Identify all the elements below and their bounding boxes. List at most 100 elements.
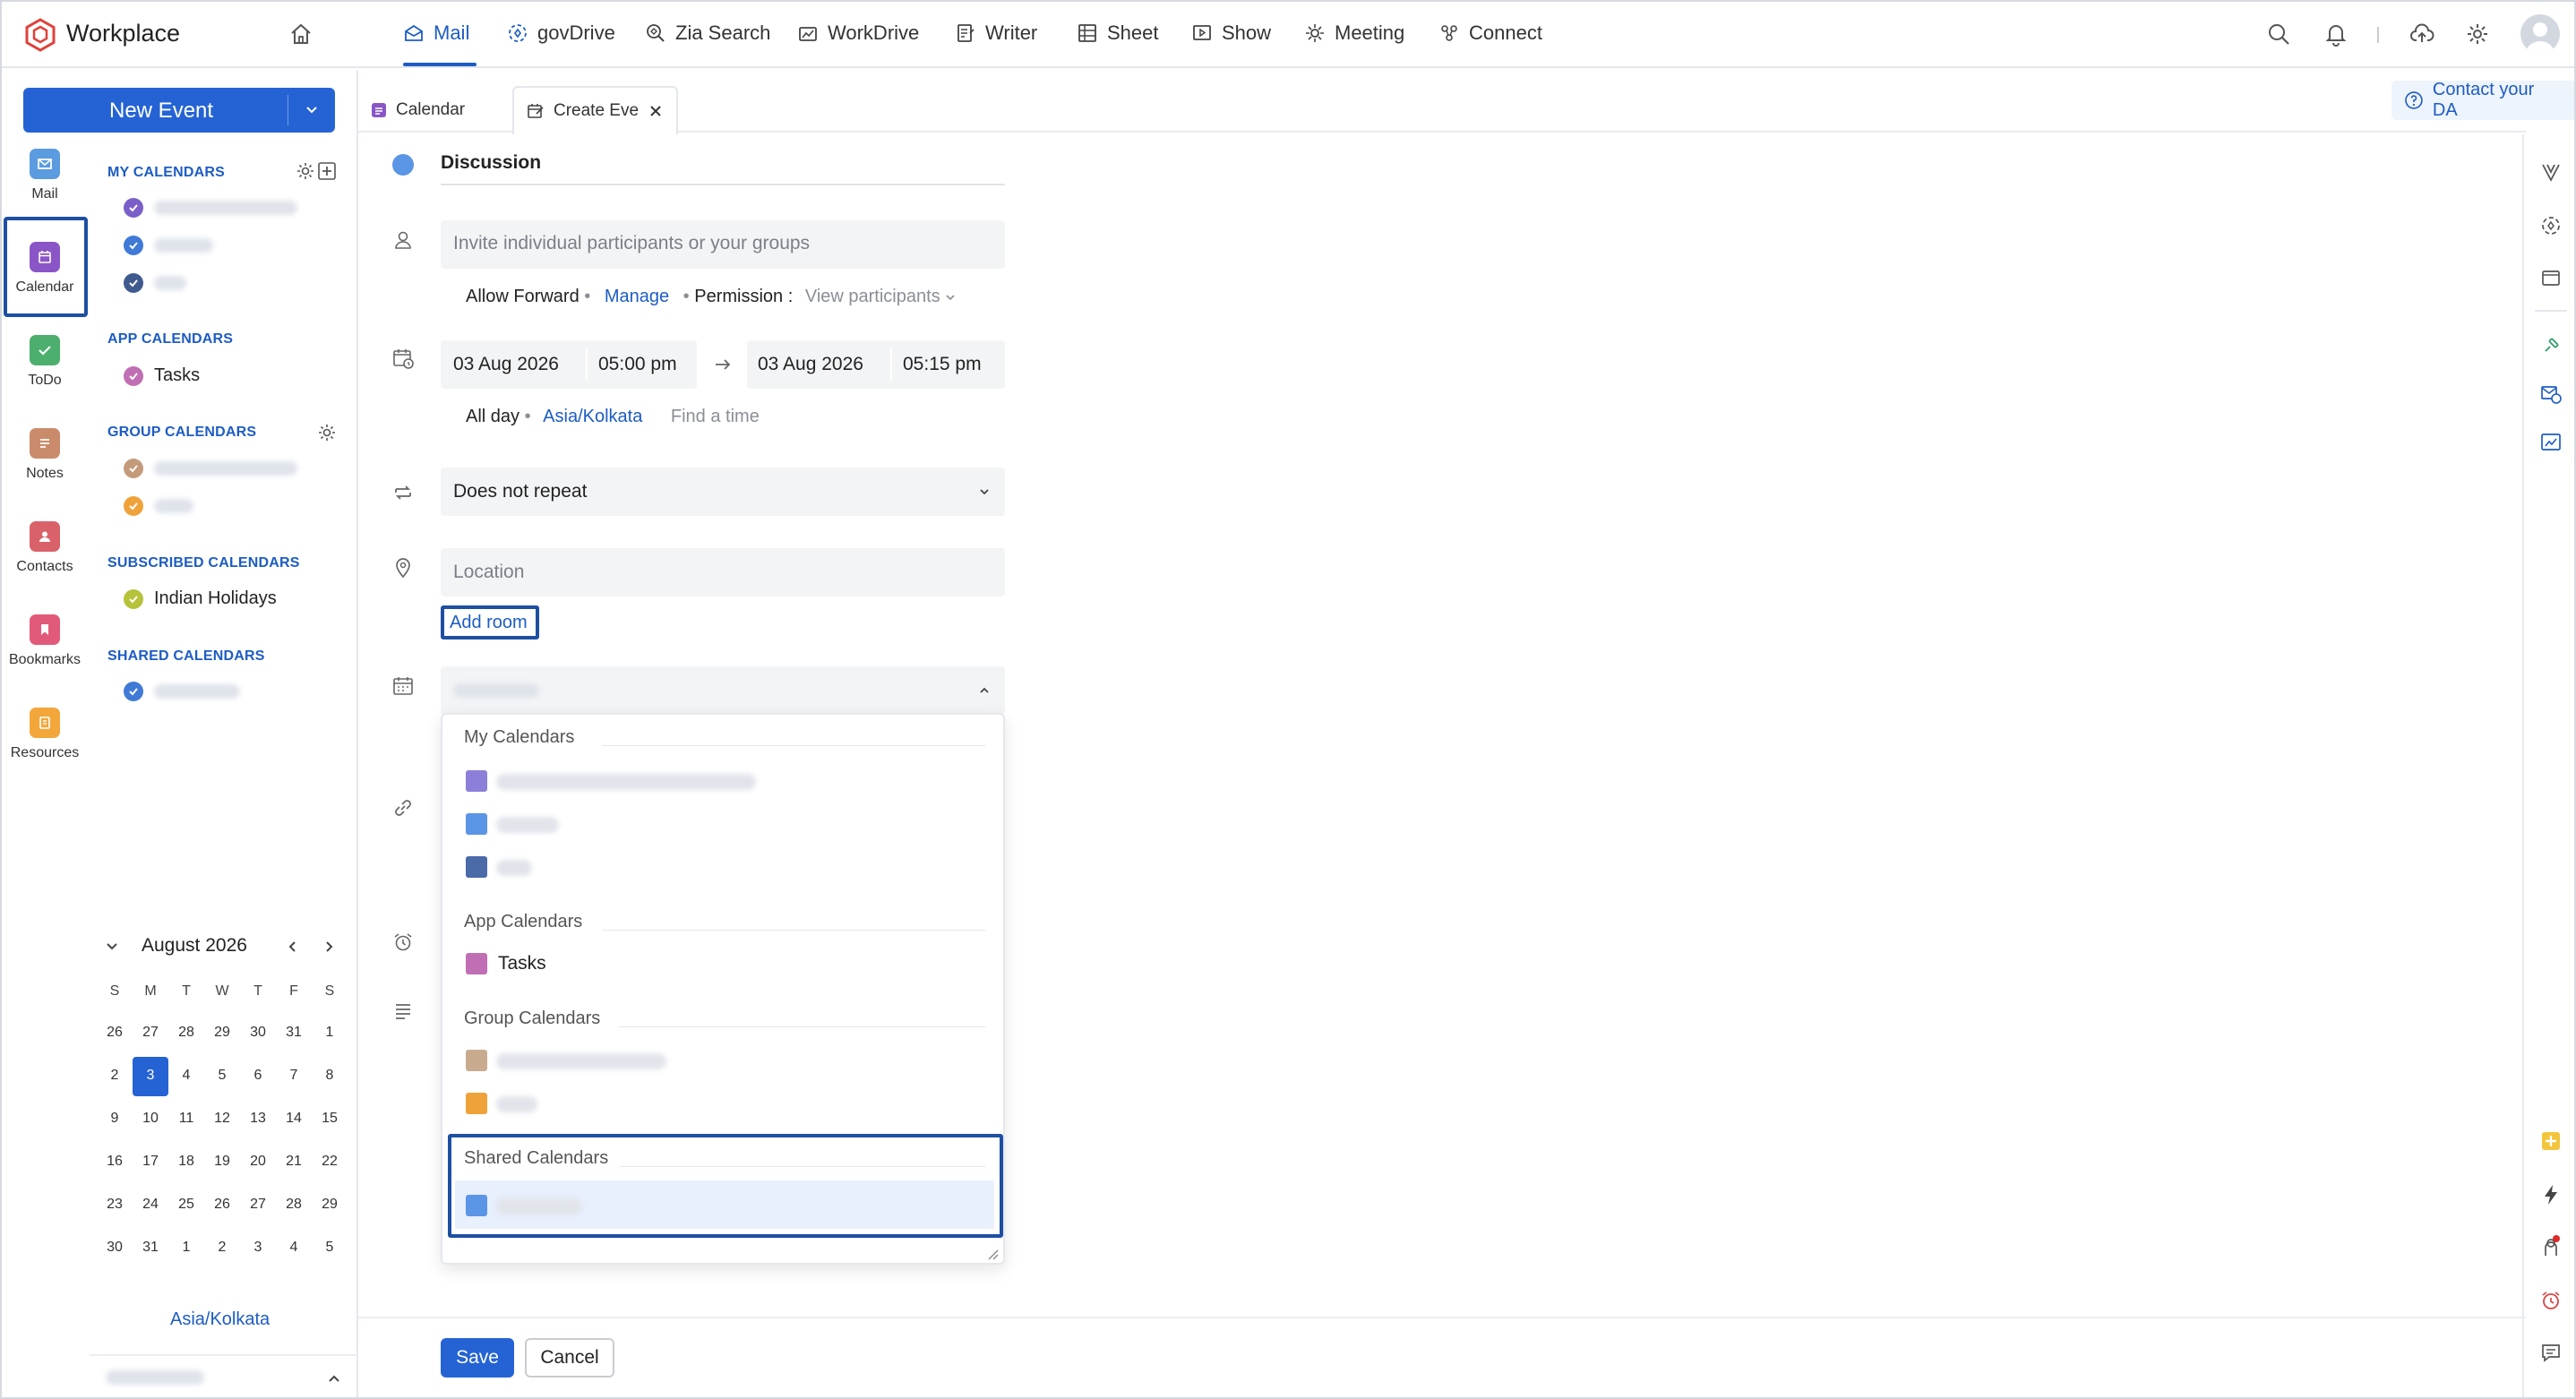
rail-item-mail[interactable]: Mail xyxy=(0,149,90,202)
mini-calendar-day[interactable]: 19 xyxy=(204,1154,240,1170)
mini-calendar-day[interactable]: 18 xyxy=(168,1154,204,1170)
contact-da-button[interactable]: Contact your DA xyxy=(2391,80,2576,120)
next-month-icon[interactable] xyxy=(321,939,337,955)
nav-govdrive[interactable]: govDrive xyxy=(507,21,615,45)
add-room-button[interactable]: Add room xyxy=(441,605,539,639)
mini-calendar-day[interactable]: 26 xyxy=(97,1025,133,1041)
mini-calendar-day[interactable]: 13 xyxy=(240,1111,276,1127)
rail-item-resources[interactable]: Resources xyxy=(0,708,90,761)
mini-calendar-day[interactable]: 15 xyxy=(312,1111,348,1127)
tab-create-event[interactable]: Create Eve xyxy=(512,86,679,134)
vani-icon[interactable] xyxy=(2538,159,2563,185)
rail-item-notes[interactable]: Notes xyxy=(0,428,90,482)
settings-icon[interactable] xyxy=(296,161,315,181)
home-icon[interactable] xyxy=(288,21,313,47)
event-color-dot[interactable] xyxy=(392,154,414,176)
tasks-calendar-label[interactable]: Tasks xyxy=(154,365,200,386)
mini-calendar-day[interactable]: 27 xyxy=(133,1025,168,1041)
mini-calendar-day[interactable]: 10 xyxy=(133,1111,168,1127)
allow-forward-label[interactable]: Allow Forward xyxy=(466,287,580,306)
nav-show[interactable]: Show xyxy=(1191,21,1271,45)
resize-handle-icon[interactable] xyxy=(985,1247,1000,1261)
mini-calendar-day[interactable]: 11 xyxy=(168,1111,204,1127)
end-date-input[interactable]: 03 Aug 2026 xyxy=(758,354,863,375)
dd-my-calendar-2-option[interactable] xyxy=(496,817,559,833)
calendar-select[interactable] xyxy=(441,666,1005,715)
analytics-icon[interactable] xyxy=(2538,430,2563,455)
rail-item-todo[interactable]: ToDo xyxy=(0,335,90,389)
mini-calendar-day[interactable]: 20 xyxy=(240,1154,276,1170)
mini-calendar-day[interactable]: 30 xyxy=(97,1240,133,1256)
mini-calendar-day[interactable]: 5 xyxy=(312,1240,348,1256)
indian-holidays-checkbox[interactable] xyxy=(124,589,143,609)
mini-calendar-day[interactable]: 28 xyxy=(168,1025,204,1041)
mini-calendar-day-selected[interactable]: 3 xyxy=(133,1068,168,1084)
mini-calendar-day[interactable]: 25 xyxy=(168,1197,204,1213)
nav-workdrive[interactable]: WorkDrive xyxy=(797,21,919,45)
mini-calendar-day[interactable]: 12 xyxy=(204,1111,240,1127)
mini-calendar-day[interactable]: 31 xyxy=(276,1025,312,1041)
all-day-label[interactable]: All day xyxy=(466,407,519,426)
lightning-icon[interactable] xyxy=(2538,1182,2563,1207)
start-time-input[interactable]: 05:00 pm xyxy=(598,354,677,375)
permission-chevron-down-icon[interactable] xyxy=(945,292,956,303)
shared-calendar-1-checkbox[interactable] xyxy=(124,682,143,701)
mini-calendar-day[interactable]: 2 xyxy=(204,1240,240,1256)
dd-tasks-option[interactable]: Tasks xyxy=(498,953,546,974)
mail-calendar-icon[interactable] xyxy=(2538,382,2563,407)
mini-calendar-day[interactable]: 3 xyxy=(240,1240,276,1256)
mini-calendar-day[interactable]: 2 xyxy=(97,1068,133,1084)
add-widget-icon[interactable] xyxy=(2538,1129,2563,1154)
new-event-button[interactable]: New Event xyxy=(23,88,335,133)
event-title[interactable]: Discussion xyxy=(441,152,541,174)
mini-calendar-day[interactable]: 8 xyxy=(312,1068,348,1084)
chevron-up-icon[interactable] xyxy=(326,1370,342,1386)
repeat-select[interactable]: Does not repeat xyxy=(441,468,1005,516)
mini-calendar-day[interactable]: 26 xyxy=(204,1197,240,1213)
assistant-notification-icon[interactable] xyxy=(2538,1234,2563,1259)
my-calendar-3-checkbox[interactable] xyxy=(124,273,143,293)
rail-item-contacts[interactable]: Contacts xyxy=(0,521,90,575)
avatar[interactable] xyxy=(2520,14,2560,54)
cancel-button[interactable]: Cancel xyxy=(525,1338,614,1378)
my-calendar-2-checkbox[interactable] xyxy=(124,236,143,255)
indian-holidays-label[interactable]: Indian Holidays xyxy=(154,588,277,609)
govdrive-side-icon[interactable] xyxy=(2538,213,2563,238)
panel-timezone-link[interactable]: Asia/Kolkata xyxy=(170,1309,270,1330)
previous-month-icon[interactable] xyxy=(285,939,301,955)
mini-calendar-day[interactable]: 29 xyxy=(312,1197,348,1213)
mini-calendar-day[interactable]: 30 xyxy=(240,1025,276,1041)
workdrive-side-icon[interactable] xyxy=(2538,265,2563,290)
mini-calendar-day[interactable]: 4 xyxy=(168,1068,204,1084)
alarm-side-icon[interactable] xyxy=(2538,1288,2563,1313)
timezone-link[interactable]: Asia/Kolkata xyxy=(543,407,642,426)
nav-meeting[interactable]: Meeting xyxy=(1304,21,1404,45)
chat-icon[interactable] xyxy=(2538,1340,2563,1365)
cloud-upload-icon[interactable] xyxy=(2409,21,2434,47)
mini-calendar-day[interactable]: 4 xyxy=(276,1240,312,1256)
find-a-time-link[interactable]: Find a time xyxy=(671,407,760,426)
mini-calendar-day[interactable]: 1 xyxy=(312,1025,348,1041)
dd-my-calendar-3-option[interactable] xyxy=(496,860,532,876)
participants-input[interactable]: Invite individual participants or your g… xyxy=(441,220,1005,269)
group-calendar-1-checkbox[interactable] xyxy=(124,459,143,478)
search-icon[interactable] xyxy=(2266,21,2291,47)
save-button[interactable]: Save xyxy=(441,1338,514,1378)
manage-link[interactable]: Manage xyxy=(605,287,669,306)
nav-sheet[interactable]: Sheet xyxy=(1077,21,1159,45)
my-calendar-1-checkbox[interactable] xyxy=(124,198,143,218)
nav-zia-search[interactable]: Zia Search xyxy=(645,21,770,45)
collapse-chevron-icon[interactable] xyxy=(104,939,120,955)
mini-calendar-day[interactable]: 7 xyxy=(276,1068,312,1084)
add-calendar-icon[interactable] xyxy=(317,161,337,181)
nav-writer[interactable]: Writer xyxy=(955,21,1037,45)
mini-calendar-day[interactable]: 9 xyxy=(97,1111,133,1127)
mini-calendar-day[interactable]: 23 xyxy=(97,1197,133,1213)
tasks-checkbox[interactable] xyxy=(124,366,143,386)
tab-calendar[interactable]: Calendar xyxy=(371,90,465,131)
close-icon[interactable] xyxy=(648,103,664,119)
mini-calendar-day[interactable]: 24 xyxy=(133,1197,168,1213)
mini-calendar-day[interactable]: 28 xyxy=(276,1197,312,1213)
dd-group-calendar-1-option[interactable] xyxy=(496,1053,666,1069)
start-date-input[interactable]: 03 Aug 2026 xyxy=(453,354,559,375)
